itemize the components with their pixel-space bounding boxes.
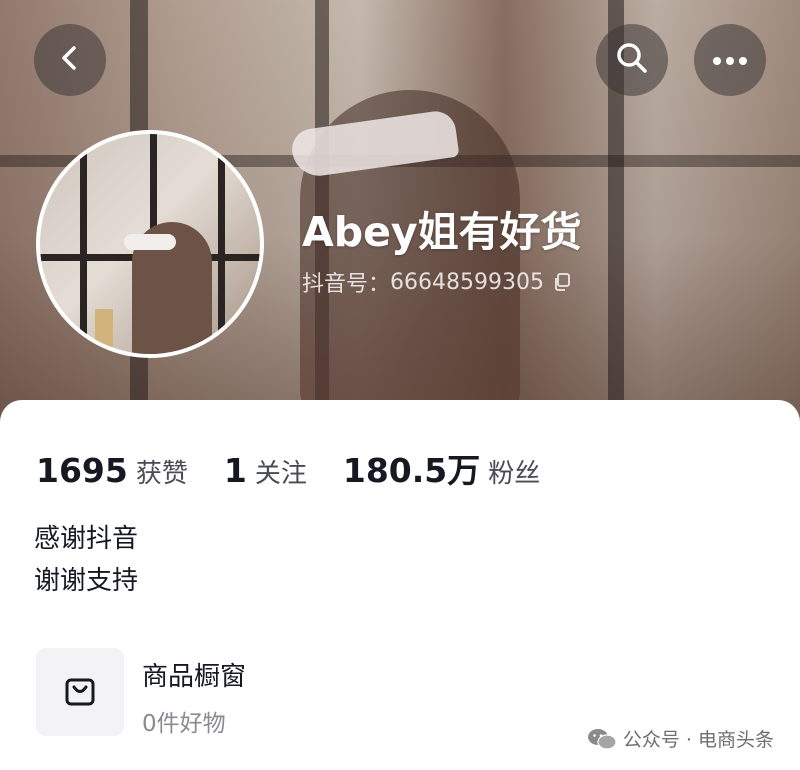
avatar-visor <box>124 234 176 250</box>
shop-window-subtitle: 0件好物 <box>142 711 226 737</box>
shop-window-button[interactable] <box>36 648 124 736</box>
watermark-text: 公众号 · 电商头条 <box>622 729 774 751</box>
douyin-id-label: 抖音号： <box>302 272 391 297</box>
search-icon <box>615 41 649 79</box>
profile-info-card: 1695 获赞 1 关注 180.5万 粉丝 感谢抖音 谢谢支持 商品橱窗 0件… <box>0 400 800 770</box>
following-count[interactable]: 1 <box>224 451 247 490</box>
wechat-icon <box>587 727 617 751</box>
bio-line: 谢谢支持 <box>34 566 139 596</box>
followers-label[interactable]: 粉丝 <box>488 453 540 490</box>
back-button[interactable] <box>34 24 106 96</box>
shopping-bag-icon <box>62 672 98 712</box>
avatar-lamp <box>95 309 113 347</box>
shop-window-title[interactable]: 商品橱窗 <box>142 656 246 693</box>
more-options-button[interactable] <box>694 24 766 96</box>
followers-count[interactable]: 180.5万 <box>343 444 480 492</box>
bio-line: 感谢抖音 <box>34 524 139 554</box>
account-name: Abey姐有好货 <box>302 208 582 256</box>
back-arrow-icon <box>55 43 85 77</box>
watermark: 公众号 · 电商头条 <box>587 725 774 752</box>
following-label[interactable]: 关注 <box>255 453 307 490</box>
douyin-id-value: 66648599305 <box>390 269 544 295</box>
avatar[interactable] <box>36 130 264 358</box>
likes-label[interactable]: 获赞 <box>136 453 188 490</box>
more-dots-icon <box>712 51 748 70</box>
stats-row: 1695 获赞 1 关注 180.5万 粉丝 <box>36 444 576 492</box>
search-button[interactable] <box>596 24 668 96</box>
avatar-window-frame <box>218 134 225 354</box>
avatar-window-frame <box>80 134 87 354</box>
likes-count[interactable]: 1695 <box>36 451 128 490</box>
bio: 感谢抖音 谢谢支持 <box>34 518 138 602</box>
douyin-id-row: 抖音号： 66648599305 <box>302 266 572 298</box>
copy-icon[interactable] <box>552 272 572 292</box>
